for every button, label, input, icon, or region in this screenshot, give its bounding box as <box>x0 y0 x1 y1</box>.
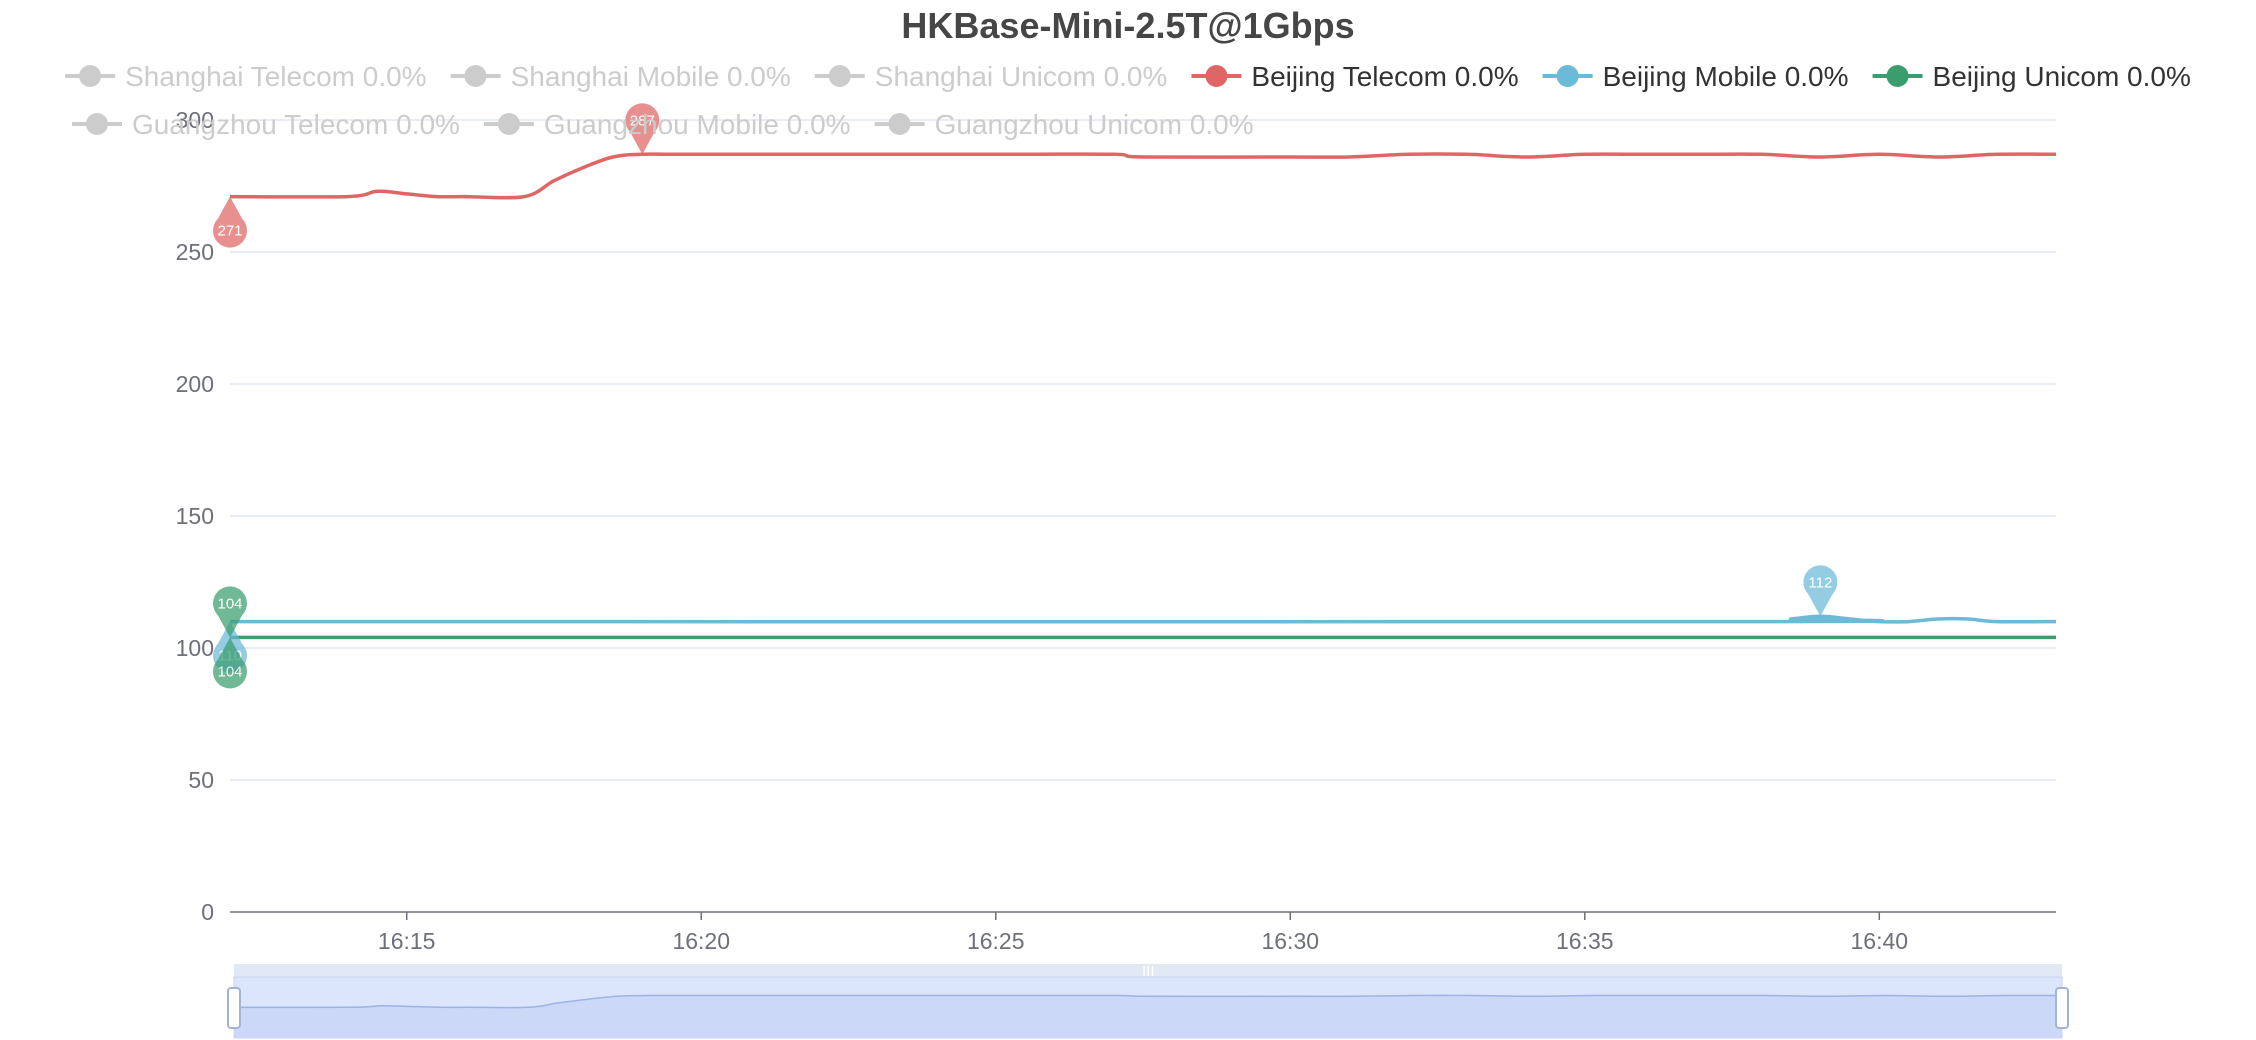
legend-dot-icon <box>86 113 108 135</box>
legend-label: Beijing Unicom 0.0% <box>1933 61 2191 92</box>
x-tick-label: 16:40 <box>1851 928 1909 954</box>
x-tick-label: 16:35 <box>1556 928 1614 954</box>
y-tick-label: 100 <box>176 635 214 661</box>
legend-label: Shanghai Mobile 0.0% <box>511 61 791 92</box>
legend-label: Shanghai Telecom 0.0% <box>125 61 426 92</box>
legend-item-guangzhou-mobile[interactable]: Guangzhou Mobile 0.0% <box>483 109 851 140</box>
y-tick-label: 200 <box>176 371 214 397</box>
legend-dot-icon <box>1205 65 1228 87</box>
data-zoom-move-handle[interactable]: III <box>1142 963 1155 980</box>
legend-label: Guangzhou Mobile 0.0% <box>544 109 851 140</box>
marker-pin: 112 <box>1803 565 1838 617</box>
legend-item-shanghai-unicom[interactable]: Shanghai Unicom 0.0% <box>814 61 1168 92</box>
legend-dot-icon <box>888 113 911 135</box>
legend-label: Guangzhou Unicom 0.0% <box>935 109 1254 140</box>
legend-item-shanghai-mobile[interactable]: Shanghai Mobile 0.0% <box>450 61 791 92</box>
y-tick-label: 50 <box>188 767 214 793</box>
legend-item-guangzhou-telecom[interactable]: Guangzhou Telecom 0.0% <box>72 109 460 140</box>
legend-dot-icon <box>464 65 487 87</box>
marker-pin-label: 112 <box>1808 574 1832 591</box>
legend-item-beijing-mobile[interactable]: Beijing Mobile 0.0% <box>1542 61 1849 92</box>
x-tick-label: 16:30 <box>1261 928 1319 954</box>
legend-dot-icon <box>1556 65 1579 87</box>
legend-dot-icon <box>497 113 520 135</box>
legend-label: Shanghai Unicom 0.0% <box>875 61 1168 92</box>
series-line-beijing-telecom <box>229 152 2057 200</box>
chart-title: HKBase-Mini-2.5T@1Gbps <box>901 5 1354 46</box>
x-tick-label: 16:25 <box>967 928 1025 954</box>
marker-pin: 271 <box>212 196 247 248</box>
marker-pin-label: 104 <box>217 663 242 680</box>
x-tick-label: 16:15 <box>378 928 436 954</box>
x-tick-label: 16:20 <box>672 928 730 954</box>
marker-pin: 104 <box>212 586 247 638</box>
data-zoom-handle-left[interactable] <box>227 987 241 1029</box>
legend: Shanghai Telecom 0.0% Shanghai Mobile 0.0… <box>65 61 2191 140</box>
legend-label: Beijing Telecom 0.0% <box>1251 61 1518 92</box>
chart: HKBase-Mini-2.5T@1Gbps 0 50 100 150 200 250 300… <box>0 0 2256 1040</box>
chart-svg: HKBase-Mini-2.5T@1Gbps050100150200250300… <box>65 5 2191 1039</box>
series-line-beijing-mobile <box>229 614 2057 624</box>
y-tick-label: 0 <box>201 899 214 925</box>
y-tick-label: 150 <box>176 503 214 529</box>
marker-pin-label: 104 <box>217 595 242 612</box>
legend-dot-icon <box>1886 65 1909 87</box>
legend-label: Beijing Mobile 0.0% <box>1603 61 1849 92</box>
y-tick-label: 250 <box>176 239 214 265</box>
legend-dot-icon <box>79 65 102 87</box>
legend-item-beijing-telecom[interactable]: Beijing Telecom 0.0% <box>1191 61 1519 92</box>
data-zoom-slider[interactable]: III <box>227 963 2069 1039</box>
marker-pin-label: 271 <box>217 223 242 240</box>
legend-item-guangzhou-unicom[interactable]: Guangzhou Unicom 0.0% <box>874 109 1254 140</box>
legend-item-beijing-unicom[interactable]: Beijing Unicom 0.0% <box>1872 61 2191 92</box>
legend-item-shanghai-telecom[interactable]: Shanghai Telecom 0.0% <box>65 61 427 92</box>
data-zoom-handle-right[interactable] <box>2055 987 2069 1029</box>
legend-dot-icon <box>828 65 851 87</box>
legend-label: Guangzhou Telecom 0.0% <box>132 109 460 140</box>
